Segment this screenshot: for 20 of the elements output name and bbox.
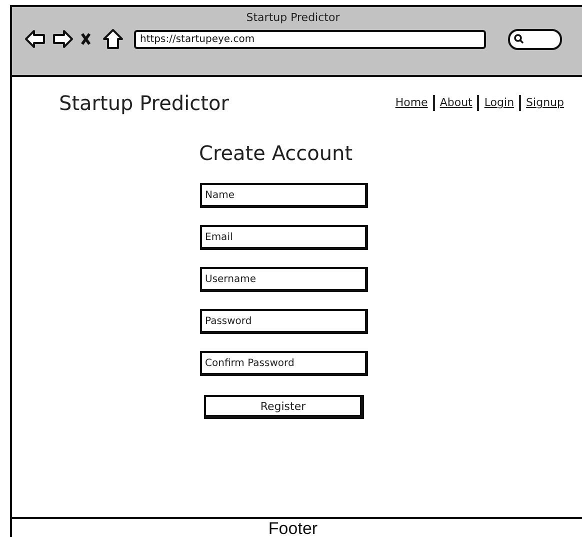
search-field[interactable] [508, 28, 562, 50]
input-field[interactable]: Name [200, 183, 368, 208]
form-title: Create Account [199, 141, 353, 165]
input-field[interactable]: Password [200, 309, 368, 334]
window-title: Startup Predictor [246, 11, 340, 24]
nav-link[interactable]: Login [477, 95, 520, 111]
address-field[interactable]: https://startupeye.com [134, 30, 486, 48]
input-field[interactable]: Confirm Password [200, 351, 368, 376]
footer-text: Footer [268, 519, 318, 537]
input-field[interactable]: Email [200, 225, 368, 250]
nav-link[interactable]: About [432, 95, 478, 111]
home-icon[interactable] [102, 28, 124, 50]
search-icon [514, 34, 524, 44]
nav-link[interactable]: Signup [519, 95, 569, 111]
input-field[interactable]: Username [200, 267, 368, 292]
register-button[interactable]: Register [204, 395, 364, 419]
nav-link[interactable]: Home [390, 95, 433, 111]
site-title: Startup Predictor [59, 91, 229, 115]
back-icon[interactable] [24, 28, 46, 50]
forward-icon[interactable] [52, 28, 74, 50]
